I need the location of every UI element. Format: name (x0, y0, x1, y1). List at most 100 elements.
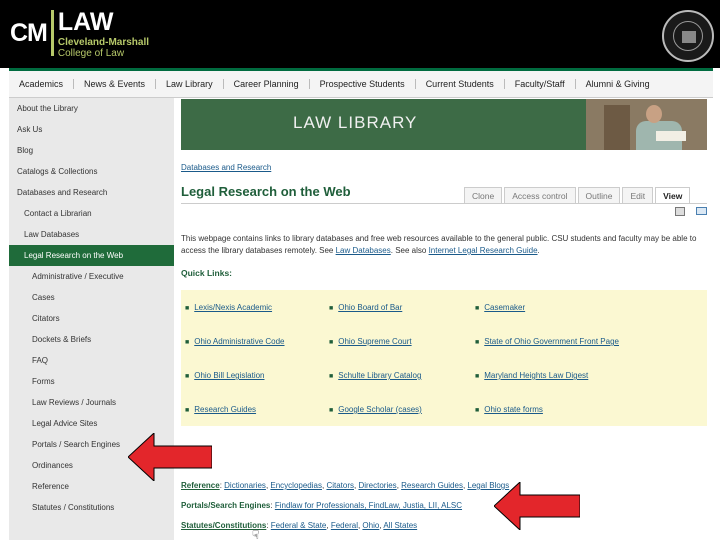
hand-cursor-icon: ☟ (252, 528, 260, 540)
nav-item-news-events[interactable]: News & Events (74, 79, 157, 89)
quick-link-label[interactable]: Lexis/Nexis Academic (194, 303, 272, 312)
quick-link[interactable]: ■ Maryland Heights Law Digest (475, 371, 588, 380)
quick-link-label[interactable]: Ohio Bill Legislation (194, 371, 264, 380)
sidebar-item-catalogs-collections[interactable]: Catalogs & Collections (9, 161, 174, 182)
logo-divider (50, 10, 54, 56)
reference-label[interactable]: Reference (181, 481, 220, 490)
bullet-icon: ■ (475, 407, 480, 414)
quick-link[interactable]: ■ State of Ohio Government Front Page (475, 337, 619, 346)
sidebar-item-statutes-constitutions[interactable]: Statutes / Constitutions (9, 497, 174, 518)
bullet-icon: ■ (329, 407, 334, 414)
quick-link[interactable]: ■ Schulte Library Catalog (329, 371, 421, 380)
nav-item-alumni-giving[interactable]: Alumni & Giving (576, 79, 660, 89)
college-logo[interactable]: CM LAW Cleveland-Marshall College of Law (10, 7, 150, 59)
tab-access-control[interactable]: Access control (504, 187, 576, 204)
inline-link[interactable]: Directories (358, 481, 396, 490)
law-library-banner: LAW LIBRARY (181, 99, 707, 150)
quick-link-label[interactable]: Ohio Supreme Court (338, 337, 411, 346)
sidebar-item-about-the-library[interactable]: About the Library (9, 98, 174, 119)
banner-photo (586, 99, 707, 150)
quick-link-label[interactable]: Ohio Administrative Code (194, 337, 284, 346)
bullet-icon: ■ (475, 339, 480, 346)
inline-link[interactable]: Citators (326, 481, 354, 490)
nav-item-law-library[interactable]: Law Library (156, 79, 224, 89)
bullet-icon: ■ (475, 305, 480, 312)
sidebar-item-blog[interactable]: Blog (9, 140, 174, 161)
sidebar-item-faq[interactable]: FAQ (9, 350, 174, 371)
breadcrumb[interactable]: Databases and Research (181, 163, 271, 172)
page-title: Legal Research on the Web (181, 184, 351, 199)
inline-link[interactable]: Encyclopedias (270, 481, 322, 490)
sidebar-item-dockets-briefs[interactable]: Dockets & Briefs (9, 329, 174, 350)
tab-outline[interactable]: Outline (577, 187, 621, 204)
tab-clone[interactable]: Clone (464, 187, 503, 204)
quick-link-label[interactable]: Research Guides (194, 405, 256, 414)
nav-item-faculty-staff[interactable]: Faculty/Staff (505, 79, 576, 89)
university-seal-icon (662, 10, 714, 62)
bullet-icon: ■ (475, 373, 480, 380)
quick-link[interactable]: ■ Ohio Board of Bar (329, 303, 402, 312)
law-databases-link[interactable]: Law Databases (336, 246, 391, 255)
quick-link-label[interactable]: Google Scholar (cases) (338, 405, 422, 414)
inline-link[interactable]: Research Guides (401, 481, 463, 490)
quick-link-label[interactable]: Maryland Heights Law Digest (484, 371, 588, 380)
bullet-icon: ■ (329, 373, 334, 380)
sidebar-item-forms[interactable]: Forms (9, 371, 174, 392)
quick-link[interactable]: ■ Research Guides (185, 405, 256, 414)
sidebar-item-legal-research-on-the-web[interactable]: Legal Research on the Web (9, 245, 174, 266)
sidebar-item-law-reviews-journals[interactable]: Law Reviews / Journals (9, 392, 174, 413)
sidebar-item-law-databases[interactable]: Law Databases (9, 224, 174, 245)
nav-item-career-planning[interactable]: Career Planning (224, 79, 310, 89)
site-header: CM LAW Cleveland-Marshall College of Law (0, 0, 720, 68)
bullet-icon: ■ (329, 339, 334, 346)
quick-link-label[interactable]: Casemaker (484, 303, 525, 312)
logo-law: LAW (57, 7, 114, 36)
quick-link[interactable]: ■ Lexis/Nexis Academic (185, 303, 272, 312)
bullet-icon: ■ (185, 373, 190, 380)
red-arrow-icon (494, 482, 580, 530)
tab-edit[interactable]: Edit (622, 187, 654, 204)
email-icon[interactable] (696, 207, 707, 215)
intro-paragraph: This webpage contains links to library d… (181, 234, 697, 255)
internet-legal-research-guide-link[interactable]: Internet Legal Research Guide (429, 246, 538, 255)
reference-row: Reference: Dictionaries, Encyclopedias, … (181, 481, 510, 490)
portals-label: Portals/Search Engines (181, 501, 271, 510)
sidebar-item-ask-us[interactable]: Ask Us (9, 119, 174, 140)
quick-link[interactable]: ■ Ohio Administrative Code (185, 337, 285, 346)
print-icon[interactable] (675, 207, 685, 216)
inline-link[interactable]: All States (383, 521, 417, 530)
quick-link[interactable]: ■ Ohio Bill Legislation (185, 371, 265, 380)
sidebar-item-cases[interactable]: Cases (9, 287, 174, 308)
sidebar-item-databases-and-research[interactable]: Databases and Research (9, 182, 174, 203)
nav-item-current-students[interactable]: Current Students (416, 79, 505, 89)
logo-line-2: College of Law (57, 47, 125, 59)
bullet-icon: ■ (185, 305, 190, 312)
sidebar-item-contact-a-librarian[interactable]: Contact a Librarian (9, 203, 174, 224)
quick-link[interactable]: ■ Ohio state forms (475, 405, 543, 414)
sidebar-item-administrative-executive[interactable]: Administrative / Executive (9, 266, 174, 287)
main-nav: Academics News & Events Law Library Career … (9, 68, 713, 98)
quick-link-label[interactable]: Schulte Library Catalog (338, 371, 421, 380)
quick-link[interactable]: ■ Casemaker (475, 303, 525, 312)
nav-item-academics[interactable]: Academics (9, 79, 75, 89)
logo-line-1: Cleveland-Marshall (57, 36, 150, 48)
inline-link[interactable]: Federal & State (271, 521, 327, 530)
tab-view[interactable]: View (655, 187, 691, 204)
sidebar-item-citators[interactable]: Citators (9, 308, 174, 329)
portals-links[interactable]: Findlaw for Professionals, FindLaw, Just… (275, 501, 462, 510)
sidebar-item-legal-advice-sites[interactable]: Legal Advice Sites (9, 413, 174, 434)
inline-link[interactable]: Federal (331, 521, 358, 530)
quick-link-label[interactable]: Ohio Board of Bar (338, 303, 402, 312)
logo-cm: CM (10, 18, 48, 47)
inline-link[interactable]: Dictionaries (224, 481, 266, 490)
title-divider (181, 203, 707, 204)
bullet-icon: ■ (185, 339, 190, 346)
statutes-row: Statutes/Constitutions: Federal & State,… (181, 521, 418, 530)
nav-item-prospective-students[interactable]: Prospective Students (310, 79, 416, 89)
inline-link[interactable]: Ohio (362, 521, 379, 530)
quick-link-label[interactable]: Ohio state forms (484, 405, 543, 414)
page-tabs: Clone Access control Outline Edit View (464, 187, 692, 204)
quick-link[interactable]: ■ Ohio Supreme Court (329, 337, 412, 346)
quick-link[interactable]: ■ Google Scholar (cases) (329, 405, 422, 414)
quick-link-label[interactable]: State of Ohio Government Front Page (484, 337, 619, 346)
